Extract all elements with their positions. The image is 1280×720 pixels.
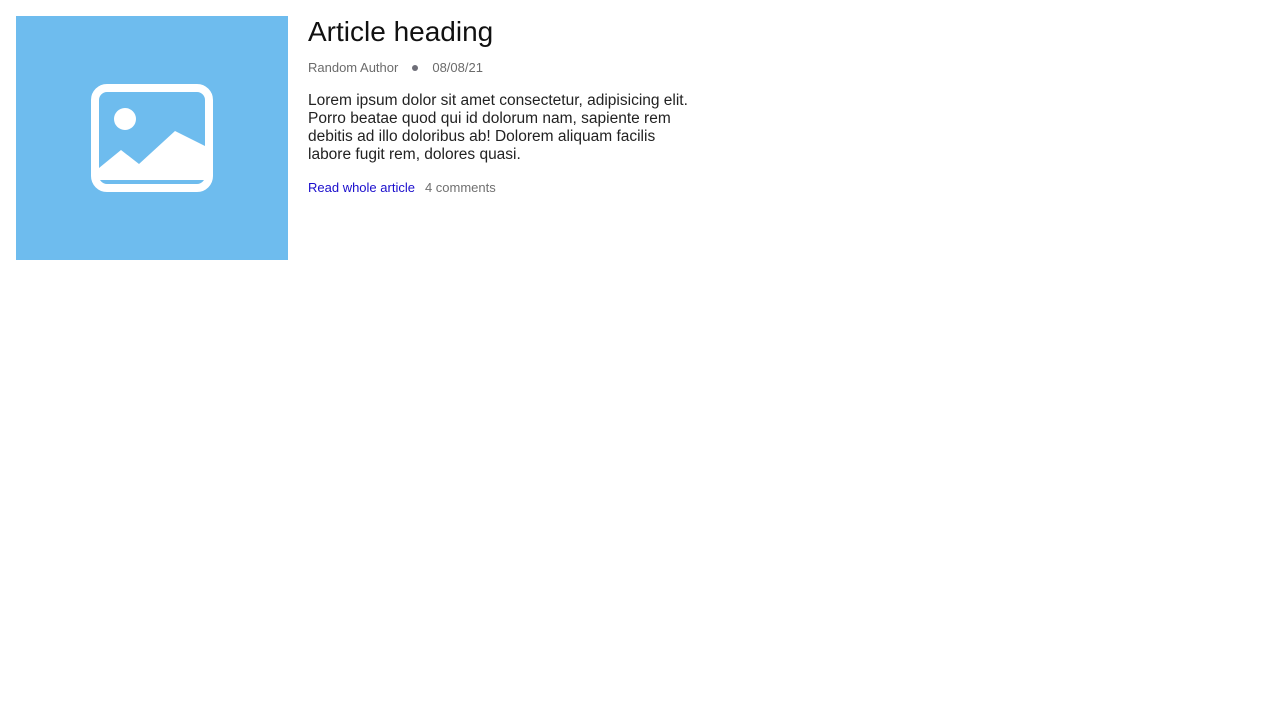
article-content: Article heading Random Author 08/08/21 L… (308, 16, 688, 196)
article-card: Article heading Random Author 08/08/21 L… (16, 16, 688, 260)
article-meta: Random Author 08/08/21 (308, 60, 688, 76)
comments-count: 4 comments (424, 180, 496, 195)
article-date: 08/08/21 (432, 60, 483, 75)
bullet-separator-icon (412, 65, 419, 71)
image-placeholder-icon (91, 84, 213, 192)
article-thumbnail (16, 16, 288, 260)
article-author: Random Author (308, 60, 399, 75)
article-footer: Read whole article 4 comments (308, 180, 688, 196)
article-title: Article heading (308, 16, 494, 47)
article-excerpt: Lorem ipsum dolor sit amet consectetur, … (308, 92, 688, 163)
read-article-link[interactable]: Read whole article (308, 180, 415, 196)
